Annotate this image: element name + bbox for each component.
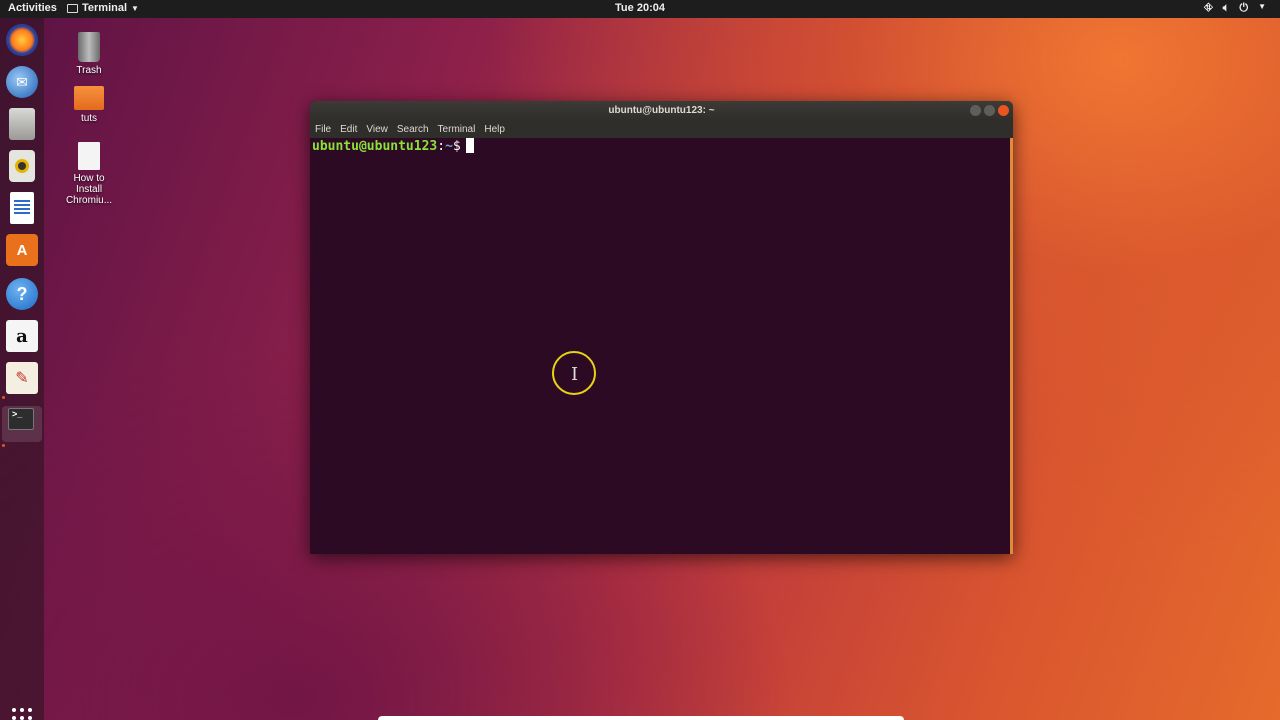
volume-icon[interactable]: 🔈︎ xyxy=(1223,2,1230,15)
dock: ✉ A ? a ✎ >_ xyxy=(0,18,44,720)
menu-file[interactable]: File xyxy=(315,124,331,135)
menu-search[interactable]: Search xyxy=(397,124,429,135)
desktop-icon-label: tuts xyxy=(80,113,98,124)
top-bar: Activities Terminal ▼ Tue 20:04 ⛗ 🔈︎ ⏻ ▼ xyxy=(0,0,1280,18)
window-edge xyxy=(1010,138,1013,554)
clock[interactable]: Tue 20:04 xyxy=(615,2,665,14)
system-tray[interactable]: ⛗ 🔈︎ ⏻ ▼ xyxy=(1204,2,1266,15)
ibeam-cursor-icon: I xyxy=(571,364,579,385)
menu-bar: File Edit View Search Terminal Help xyxy=(310,120,1013,138)
desktop-icon-document[interactable]: How to Install Chromiu... xyxy=(54,142,124,206)
running-indicator xyxy=(2,396,5,399)
desktop-icon-label: How to Install Chromiu... xyxy=(65,173,113,206)
menu-terminal[interactable]: Terminal xyxy=(438,124,476,135)
menu-view[interactable]: View xyxy=(366,124,388,135)
desktop-icon-tuts[interactable]: tuts xyxy=(54,86,124,124)
menu-help[interactable]: Help xyxy=(484,124,505,135)
desktop-icon-label: Trash xyxy=(76,65,102,76)
prompt-user: ubuntu@ubuntu123 xyxy=(312,139,438,154)
terminal-output[interactable]: ubuntu@ubuntu123:~$ xyxy=(310,138,1013,554)
text-cursor xyxy=(465,138,474,153)
libreoffice-writer-icon[interactable] xyxy=(10,192,34,224)
network-icon[interactable]: ⛗ xyxy=(1204,2,1213,15)
minimize-button[interactable] xyxy=(970,105,981,116)
power-icon[interactable]: ⏻ xyxy=(1239,2,1248,15)
bottom-overlay-bar xyxy=(378,716,904,720)
help-icon[interactable]: ? xyxy=(6,278,38,310)
rhythmbox-icon[interactable] xyxy=(9,150,35,182)
running-indicator xyxy=(2,444,5,447)
thunderbird-icon[interactable]: ✉ xyxy=(6,66,38,98)
shell-prompt: ubuntu@ubuntu123:~$ xyxy=(312,138,474,155)
desktop-icon-trash[interactable]: Trash xyxy=(54,32,124,76)
amazon-icon[interactable]: a xyxy=(6,320,38,352)
software-center-icon[interactable]: A xyxy=(6,234,38,266)
app-menu-label: Terminal xyxy=(82,2,128,14)
window-title: ubuntu@ubuntu123: ~ xyxy=(608,105,715,116)
menu-edit[interactable]: Edit xyxy=(340,124,357,135)
folder-icon xyxy=(74,86,104,110)
terminal-icon[interactable]: >_ xyxy=(8,408,34,430)
terminal-window[interactable]: ubuntu@ubuntu123: ~ File Edit View Searc… xyxy=(310,101,1013,554)
firefox-icon[interactable] xyxy=(6,24,38,56)
trash-icon xyxy=(78,32,100,62)
window-titlebar[interactable]: ubuntu@ubuntu123: ~ xyxy=(310,101,1013,120)
prompt-separator: : xyxy=(437,139,446,154)
activities-button[interactable]: Activities xyxy=(8,2,57,14)
files-icon[interactable] xyxy=(9,108,35,140)
maximize-button[interactable] xyxy=(984,105,995,116)
terminal-small-icon xyxy=(67,3,78,13)
app-menu[interactable]: Terminal ▼ xyxy=(67,2,139,14)
chevron-down-icon[interactable]: ▼ xyxy=(1258,2,1266,15)
document-icon xyxy=(78,142,100,170)
close-button[interactable] xyxy=(998,105,1009,116)
prompt-symbol: $ xyxy=(452,139,461,154)
show-applications-icon[interactable] xyxy=(12,708,32,720)
chevron-down-icon: ▼ xyxy=(131,3,139,13)
text-editor-icon[interactable]: ✎ xyxy=(6,362,38,394)
prompt-path: ~ xyxy=(445,139,453,154)
